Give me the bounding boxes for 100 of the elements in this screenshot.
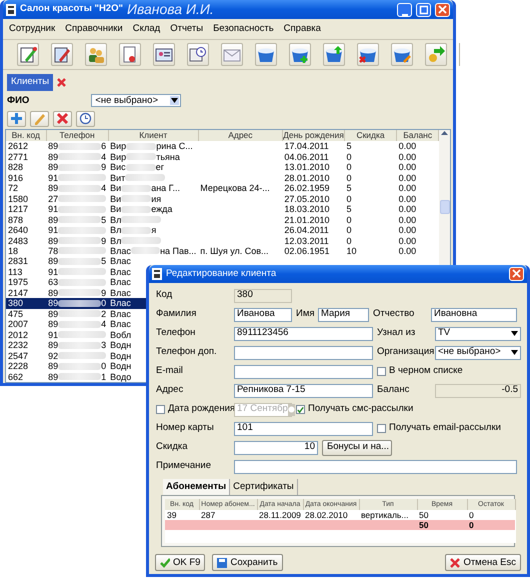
minimize-button[interactable] bbox=[397, 2, 412, 16]
table-cell: 89 bbox=[48, 183, 58, 194]
close-button[interactable] bbox=[509, 267, 524, 281]
scroll-thumb[interactable] bbox=[440, 200, 450, 214]
table-cell[interactable]: 916 bbox=[6, 172, 46, 183]
toolbar-button[interactable] bbox=[255, 43, 277, 66]
table-cell[interactable]: 2640 bbox=[6, 224, 46, 236]
toolbar-button[interactable] bbox=[323, 43, 345, 66]
column-header[interactable]: Вн. код bbox=[6, 130, 46, 142]
document-tab[interactable]: Клиенты bbox=[7, 74, 54, 90]
input-field[interactable] bbox=[234, 460, 517, 474]
fio-dropdown[interactable]: <не выбрано> bbox=[91, 94, 182, 108]
table-cell[interactable]: 113 bbox=[6, 266, 46, 278]
table-cell[interactable]: 1975 bbox=[6, 277, 46, 288]
toolbar-button[interactable] bbox=[153, 43, 175, 66]
table-cell[interactable]: 2771 bbox=[6, 152, 46, 162]
blurred-text bbox=[58, 289, 102, 296]
table-cell: Вл bbox=[110, 236, 122, 246]
table-cell: 89 bbox=[48, 236, 58, 246]
table-cell: Вит bbox=[110, 172, 126, 183]
toolbar-button[interactable] bbox=[17, 43, 39, 66]
checkbox[interactable]: Получать смс-рассылки bbox=[296, 402, 446, 417]
input-field[interactable]: 8911123456 bbox=[234, 326, 373, 340]
table-cell[interactable]: 878 bbox=[6, 214, 46, 225]
input-field[interactable]: Репникова 7-15 bbox=[234, 384, 373, 398]
blurred-text bbox=[58, 310, 102, 318]
toolbar-button[interactable] bbox=[76, 110, 95, 127]
table-cell[interactable]: 2483 bbox=[6, 235, 46, 246]
table-cell-text: 0.00 bbox=[398, 214, 418, 225]
input-field[interactable]: 101 bbox=[234, 422, 373, 436]
toolbar-button[interactable] bbox=[391, 43, 413, 66]
menu-item[interactable]: Склад bbox=[132, 22, 160, 36]
blurred-text bbox=[126, 153, 156, 160]
caret-icon[interactable] bbox=[441, 130, 448, 136]
table-cell[interactable]: 1217 bbox=[6, 204, 46, 214]
toolbar-button[interactable] bbox=[85, 43, 107, 66]
close-button[interactable] bbox=[435, 2, 450, 16]
column-header[interactable]: Телефон bbox=[46, 130, 108, 142]
toolbar-button[interactable] bbox=[7, 110, 26, 127]
table-cell: 50 bbox=[419, 510, 428, 520]
tab[interactable]: Абонементы bbox=[163, 479, 230, 496]
input-field[interactable]: Ивановна bbox=[431, 308, 517, 322]
field-label: E-mail bbox=[156, 364, 184, 378]
table-cell[interactable]: 2831 bbox=[6, 256, 46, 267]
table-cell: 9 bbox=[101, 162, 106, 172]
menu-item[interactable]: Справочники bbox=[65, 22, 123, 36]
tab-close-button[interactable] bbox=[57, 78, 66, 87]
table-cell[interactable]: 662 bbox=[6, 371, 46, 382]
save-button[interactable]: Сохранить bbox=[212, 554, 283, 572]
column-header[interactable]: Клиент bbox=[108, 130, 198, 142]
table-cell[interactable]: 2012 bbox=[6, 329, 46, 340]
table-cell[interactable]: 2547 bbox=[6, 350, 46, 361]
menu-item[interactable]: Сотрудник bbox=[9, 22, 56, 36]
toolbar-button[interactable] bbox=[53, 110, 72, 127]
bonus-button[interactable]: Бонусы и на... bbox=[322, 440, 392, 456]
table-cell[interactable]: 2232 bbox=[6, 340, 46, 350]
table-cell[interactable]: 2147 bbox=[6, 288, 46, 298]
input-field[interactable]: 10 bbox=[234, 440, 318, 454]
blurred-text bbox=[58, 331, 106, 338]
table-cell: 0.00 bbox=[396, 141, 439, 152]
table-cell[interactable]: 475 bbox=[6, 308, 46, 320]
toolbar-button[interactable] bbox=[357, 43, 379, 66]
input-field[interactable] bbox=[234, 364, 373, 378]
toolbar-button[interactable] bbox=[51, 43, 73, 66]
column-header[interactable]: Адрес bbox=[198, 130, 282, 142]
menu-item[interactable]: Отчеты bbox=[170, 22, 204, 36]
table-cell[interactable]: 2228 bbox=[6, 360, 46, 372]
toolbar-button[interactable] bbox=[187, 43, 209, 66]
menu-item[interactable]: Безопасность bbox=[213, 22, 274, 36]
toolbar-button[interactable] bbox=[119, 43, 141, 66]
cancel-button[interactable]: Отмена Esc bbox=[445, 554, 521, 572]
checkbox[interactable]: В черном списке bbox=[377, 364, 527, 379]
blurred-text bbox=[58, 174, 106, 182]
table-cell-text: п. Шуя ул. Сов... bbox=[199, 246, 270, 256]
table-cell: 4 bbox=[101, 183, 106, 194]
toolbar-button[interactable] bbox=[289, 43, 311, 66]
ok-button[interactable]: OK F9 bbox=[155, 554, 206, 572]
dropdown[interactable]: TV bbox=[435, 326, 521, 340]
blurred-text bbox=[121, 195, 152, 202]
table-cell[interactable]: 380 bbox=[6, 298, 46, 309]
checkbox[interactable]: Получать email-рассылки bbox=[377, 421, 527, 436]
menu-item[interactable]: Справка bbox=[284, 22, 321, 36]
table-cell: 50 bbox=[419, 520, 428, 530]
column-header[interactable]: Баланс bbox=[396, 130, 439, 142]
input-field[interactable] bbox=[234, 346, 373, 360]
table-cell[interactable]: 72 bbox=[6, 182, 46, 194]
column-header[interactable]: День рождения bbox=[282, 130, 345, 142]
maximize-button[interactable] bbox=[416, 2, 431, 16]
input-field[interactable]: Иванова bbox=[234, 308, 292, 322]
table-cell[interactable]: 828 bbox=[6, 162, 46, 172]
blurred-text bbox=[58, 352, 106, 360]
column-header[interactable]: Скидка bbox=[344, 130, 397, 142]
table-cell: 0 bbox=[101, 361, 106, 372]
table-cell[interactable]: 2007 bbox=[6, 319, 46, 330]
table-cell[interactable]: 1580 bbox=[6, 193, 46, 204]
dropdown[interactable]: <не выбрано> bbox=[435, 346, 521, 360]
blurred-text bbox=[58, 268, 106, 276]
table-cell[interactable]: 18 bbox=[6, 246, 46, 256]
input-field[interactable]: Мария bbox=[318, 308, 369, 322]
table-cell[interactable]: 2612 bbox=[6, 141, 46, 152]
